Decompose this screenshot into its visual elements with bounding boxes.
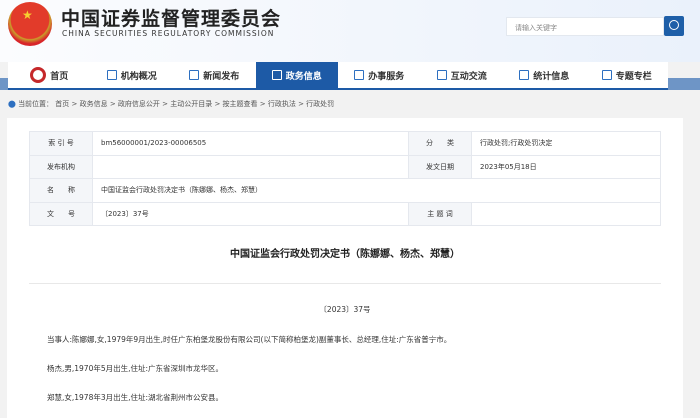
publisher-value xyxy=(92,154,409,179)
nav-government-info[interactable]: 政务信息 xyxy=(255,62,338,88)
news-icon xyxy=(189,70,200,80)
site-header: ★ 中国证券监督管理委员会 CHINA SECURITIES REGULATOR… xyxy=(0,0,700,62)
nav-label: 新闻发布 xyxy=(203,71,240,82)
main-nav: 首页 机构概况 新闻发布 政务信息 办事服务 互动交流 统计信息 专题专栏 xyxy=(8,62,668,90)
nav-news[interactable]: 新闻发布 xyxy=(173,62,256,88)
nav-label: 机构概况 xyxy=(120,71,157,82)
screen-icon xyxy=(271,70,282,80)
breadcrumb: ⬤ 当前位置： 首页 > 政务信息 > 政府信息公开 > 主动公开目录 > 按主… xyxy=(8,99,334,109)
paragraph: 杨杰,男,1970年5月出生,住址:广东省深圳市龙华区。 xyxy=(47,364,224,373)
nav-home[interactable]: 首页 xyxy=(8,62,91,88)
location-pin-icon: ⬤ xyxy=(8,100,19,108)
site-title: 中国证券监督管理委员会 xyxy=(61,8,282,30)
chart-icon xyxy=(519,70,530,80)
form-icon xyxy=(354,70,365,80)
docno-value: 〔2023〕37号 xyxy=(92,201,409,226)
article-title: 中国证监会行政处罚决定书（陈娜娜、杨杰、郑慧） xyxy=(230,249,460,260)
nav-about[interactable]: 机构概况 xyxy=(91,62,174,88)
keywords-value xyxy=(471,201,661,226)
article-docno: 〔2023〕37号 xyxy=(319,305,371,314)
nav-label: 互动交流 xyxy=(450,71,487,82)
paragraph: 郑慧,女,1978年3月出生,住址:湖北省荆州市公安县。 xyxy=(47,393,224,402)
building-icon xyxy=(106,70,117,80)
docno-label: 文 号 xyxy=(29,201,93,226)
index-label: 索 引 号 xyxy=(29,131,93,156)
nav-label: 统计信息 xyxy=(533,71,570,82)
name-label: 名 称 xyxy=(29,178,93,203)
index-value: bm56000001/2023-00006505 xyxy=(92,131,409,156)
nav-label: 首页 xyxy=(50,71,69,82)
search-button[interactable] xyxy=(664,16,684,36)
doc-icon xyxy=(601,70,612,80)
paragraph: 当事人:陈娜娜,女,1979年9月出生,时任广东柏堡龙股份有限公司(以下简称柏堡… xyxy=(47,335,452,344)
nav-interaction[interactable]: 互动交流 xyxy=(421,62,504,88)
divider xyxy=(29,283,661,284)
nav-services[interactable]: 办事服务 xyxy=(338,62,421,88)
emblem-icon xyxy=(30,67,47,83)
nav-label: 政务信息 xyxy=(285,71,322,82)
date-value: 2023年05月18日 xyxy=(471,154,661,179)
nav-label: 专题专栏 xyxy=(615,71,652,82)
search-input[interactable]: 请输入关键字 xyxy=(506,17,664,36)
name-value: 中国证监会行政处罚决定书（陈娜娜、杨杰、郑慧） xyxy=(92,178,661,203)
site-subtitle: CHINA SECURITIES REGULATORY COMMISSION xyxy=(62,29,275,38)
nav-statistics[interactable]: 统计信息 xyxy=(503,62,586,88)
keywords-label: 主 题 词 xyxy=(408,201,472,226)
nav-topics[interactable]: 专题专栏 xyxy=(586,62,669,88)
date-label: 发文日期 xyxy=(408,154,472,179)
national-emblem-logo: ★ xyxy=(8,2,52,46)
breadcrumb-text[interactable]: 当前位置： 首页 > 政务信息 > 政府信息公开 > 主动公开目录 > 按主题查… xyxy=(18,100,334,108)
chat-icon xyxy=(436,70,447,80)
publisher-label: 发布机构 xyxy=(29,154,93,179)
nav-label: 办事服务 xyxy=(368,71,405,82)
category-value: 行政处罚;行政处罚决定 xyxy=(471,131,661,156)
category-label: 分 类 xyxy=(408,131,472,156)
document-meta-table: 索 引 号 bm56000001/2023-00006505 分 类行政处罚;行政处… xyxy=(29,131,661,226)
